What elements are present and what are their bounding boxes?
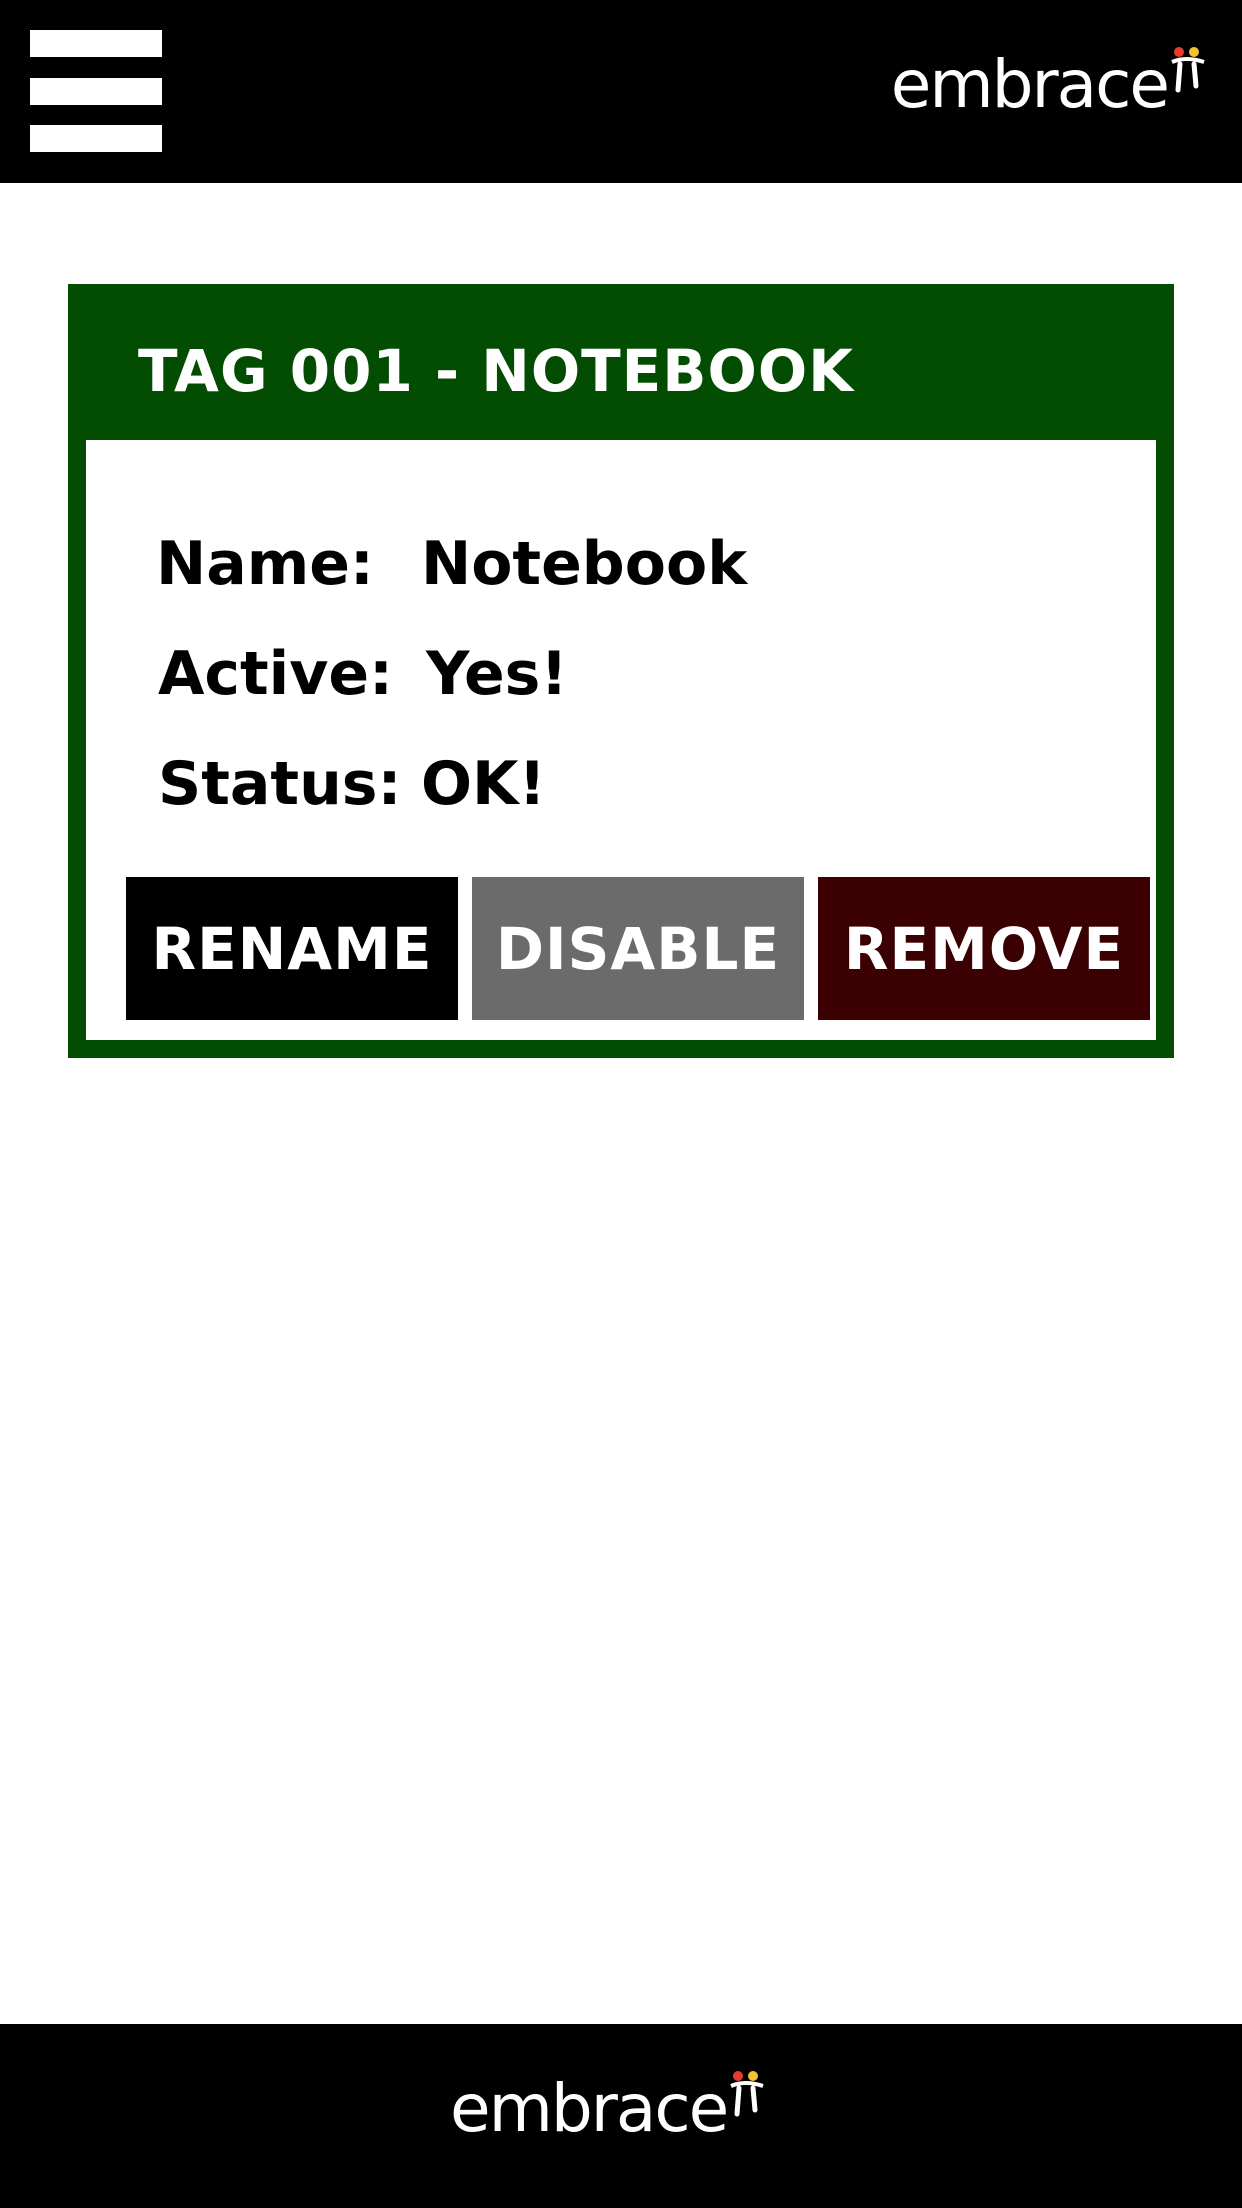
embrace-logo: embrace [890,46,1206,123]
status-label: Status: [158,749,402,819]
name-label: Name: [156,529,374,599]
remove-button[interactable]: REMOVE [818,877,1150,1020]
hamburger-menu-icon[interactable] [30,30,162,152]
menu-line [30,125,162,152]
rename-button[interactable]: RENAME [126,877,458,1020]
embrace-logo-footer: embrace [450,2070,765,2147]
logo-text: embrace [890,46,1170,123]
tag-card-header: TAG 001 - NOTEBOOK [86,302,1156,440]
embrace-figures-mark-icon [1171,47,1205,93]
embrace-figures-mark-icon [730,2071,764,2117]
footer-bar: embrace [0,2024,1242,2208]
active-value: Yes! [426,639,568,709]
status-value: OK! [421,749,546,819]
menu-line [30,30,162,57]
tag-card: TAG 001 - NOTEBOOK Name: Notebook Active… [68,284,1174,1058]
footer-logo-text: embrace [450,2070,729,2147]
disable-button[interactable]: DISABLE [472,877,804,1020]
tag-card-title: TAG 001 - NOTEBOOK [138,337,855,405]
menu-line [30,78,162,105]
name-value: Notebook [421,529,748,599]
active-label: Active: [158,639,394,709]
top-bar: embrace [0,0,1242,183]
